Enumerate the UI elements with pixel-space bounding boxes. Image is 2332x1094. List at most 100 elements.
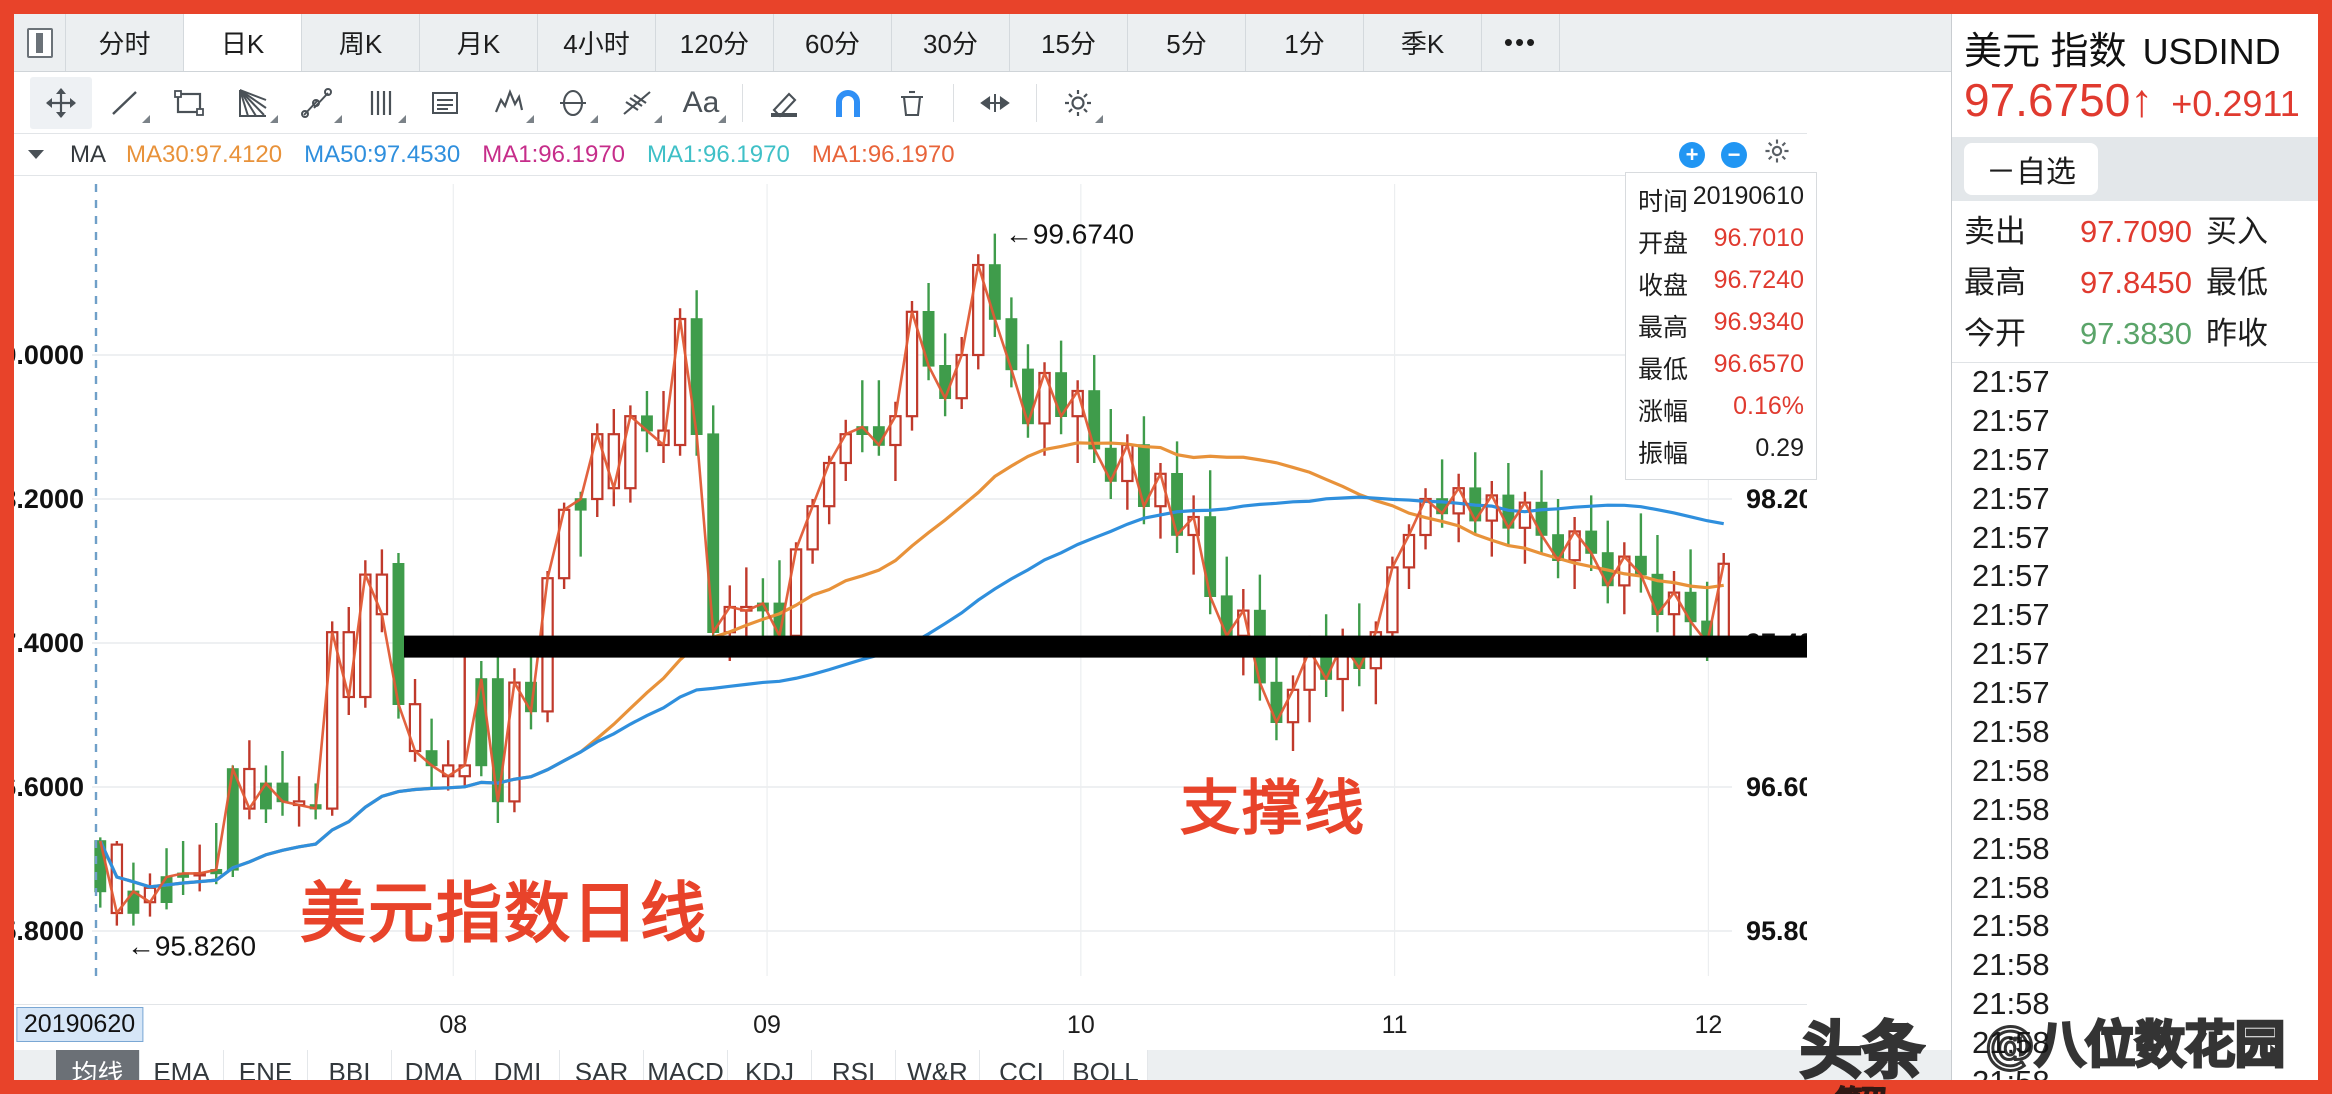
fan-icon[interactable] (222, 77, 284, 129)
quote-stat-label2: 最低 (2206, 265, 2268, 300)
ma-legend-bar: MA MA30:97.4120 MA50:97.4530 MA1:96.1970 MA… (14, 134, 1807, 176)
quote-price-row: 97.6750↑ +0.2911 +0 (1964, 73, 2318, 127)
drawing-toolbar: Aa (14, 72, 1807, 134)
tick-time-list[interactable]: 21:57 21:57 21:57 21:57 21:57 21:57 21:57 21:57… (1952, 362, 2318, 1080)
eraser-icon[interactable] (753, 77, 815, 129)
tick-row-15: 21:58 (1972, 947, 2050, 983)
indicator-tab-rsi[interactable]: RSI (812, 1050, 896, 1080)
indicator-settings-icon[interactable] (1763, 137, 1791, 172)
ohlc-value: 20190610 (1692, 182, 1804, 210)
quote-panel: 美元 指数 USDIND 97.6750↑ +0.2911 +0 －自选 卖出 9… (1951, 14, 2318, 1080)
indicator-tab-bbi[interactable]: BBI (308, 1050, 392, 1080)
period-tab-10[interactable]: 1分 (1246, 14, 1364, 71)
period-tab-3[interactable]: 月K (420, 14, 538, 71)
indicator-tab-wr[interactable]: W&R (896, 1050, 980, 1080)
quote-name: 美元 指数 (1964, 31, 2127, 73)
y-axis-label-left: 95.8000 (14, 916, 84, 946)
period-tab-7[interactable]: 30分 (892, 14, 1010, 71)
tick-row-13: 21:58 (1972, 869, 2050, 905)
period-tab-2[interactable]: 周K (302, 14, 420, 71)
period-tab-4[interactable]: 4小时 (538, 14, 656, 71)
ohlc-key: 收盘 (1638, 272, 1689, 300)
favorite-row: －自选 (1952, 137, 2318, 201)
ellipse-icon[interactable] (542, 77, 604, 129)
magnet-icon[interactable] (817, 77, 879, 129)
ohlc-key: 涨幅 (1638, 398, 1689, 426)
pitchfork-icon[interactable] (286, 77, 348, 129)
indicator-tab-boll[interactable]: BOLL (1064, 1050, 1148, 1080)
y-axis-label-right: 96.6000 (1746, 772, 1807, 802)
quote-stat-label: 卖出 (1964, 214, 2026, 249)
ohlc-key: 最高 (1638, 314, 1689, 342)
indicator-tab-sar[interactable]: SAR (560, 1050, 644, 1080)
add-indicator-icon[interactable]: + (1679, 141, 1705, 168)
ma-legend-items: MA30:97.4120 MA50:97.4530 MA1:96.1970 MA1:9… (126, 141, 955, 169)
period-tab-1[interactable]: 日K (184, 14, 302, 71)
period-tab-list: 分时 日K 周K 月K 4小时 120分 60分 30分 15分 5分 1分 季K ••• (66, 14, 2044, 71)
indicator-tab-ema[interactable]: EMA (140, 1050, 224, 1080)
ma-legend-item-3: MA1:96.1970 (647, 140, 790, 168)
ohlc-row-6: 振幅 0.29 (1626, 431, 1816, 473)
indicator-tab-ene[interactable]: ENE (224, 1050, 308, 1080)
panel-layout-icon[interactable] (14, 14, 66, 71)
quote-stat-row-0: 卖出 97.7090 买入 (1964, 203, 2306, 254)
chevron-down-icon[interactable] (28, 150, 44, 159)
period-tab-5[interactable]: 120分 (656, 14, 774, 71)
y-axis-label-right: 95.8000 (1746, 916, 1807, 946)
quote-change: +0.2911 (2171, 83, 2300, 124)
candlestick-chart[interactable]: 99.000099.000098.200098.200097.400097.40… (14, 176, 1807, 1004)
remove-indicator-icon[interactable]: − (1721, 141, 1747, 168)
period-tab-6[interactable]: 60分 (774, 14, 892, 71)
quote-stat-value: 97.7090 (2079, 214, 2192, 249)
cut-lines-icon[interactable] (606, 77, 668, 129)
indicator-tab-kdj[interactable]: KDJ (728, 1050, 812, 1080)
crosshair-move-icon[interactable] (30, 76, 92, 129)
ohlc-value: 0.29 (1755, 434, 1804, 462)
indicator-tab-macd[interactable]: MACD (644, 1050, 728, 1080)
remove-favorite-button[interactable]: －自选 (1964, 143, 2098, 195)
parallel-channel-icon[interactable] (350, 77, 412, 129)
period-tab-11[interactable]: 季K (1364, 14, 1482, 71)
ohlc-key: 时间 (1638, 188, 1689, 216)
horizontal-resize-icon[interactable] (964, 77, 1026, 129)
tick-row-7: 21:57 (1972, 636, 2050, 672)
support-line-extension (1807, 641, 1951, 663)
quote-stat-label2: 昨收 (2206, 316, 2268, 351)
text-note-icon[interactable] (414, 77, 476, 129)
indicator-tab-dmi[interactable]: DMI (476, 1050, 560, 1080)
font-Aa-icon[interactable]: Aa (670, 77, 732, 129)
ohlc-row-1: 开盘 96.7010 (1626, 221, 1816, 263)
period-tab-12[interactable]: ••• (1482, 14, 1560, 71)
y-axis-label-right: 98.2000 (1746, 484, 1807, 514)
x-axis-label-1: 08 (439, 1011, 468, 1039)
tick-row-8: 21:57 (1972, 675, 2050, 711)
ma-legend-item-1: MA50:97.4530 (304, 140, 461, 168)
ma-legend-item-0: MA30:97.4120 (126, 140, 283, 168)
settings-gear-icon[interactable] (1047, 77, 1109, 129)
indicator-tab-cci[interactable]: CCI (980, 1050, 1064, 1080)
quote-stats-grid: 卖出 97.7090 买入 最高 97.8450 最低 今开 97.3830 昨收 (1952, 201, 2318, 362)
indicator-tab-dma[interactable]: DMA (392, 1050, 476, 1080)
annotation-daily-label: 美元指数日线 (300, 875, 708, 952)
quote-stat-value: 97.8450 (2079, 265, 2192, 300)
tick-row-4: 21:57 (1972, 519, 2050, 555)
trendline-icon[interactable] (94, 77, 156, 129)
ohlc-value: 96.6570 (1713, 350, 1804, 378)
period-tab-8[interactable]: 15分 (1010, 14, 1128, 71)
wave-icon[interactable] (478, 77, 540, 129)
x-axis-label-2: 09 (753, 1011, 781, 1039)
period-tab-0[interactable]: 分时 (66, 14, 184, 71)
tick-row-18: 21:58 (1972, 1063, 2318, 1080)
indicator-tab-[interactable]: 均线 (56, 1050, 140, 1080)
quote-name-row: 美元 指数 USDIND (1964, 20, 2306, 75)
tick-row-9: 21:58 (1972, 714, 2050, 750)
rectangle-icon[interactable] (158, 77, 220, 129)
ma-legend-item-2: MA1:96.1970 (482, 140, 626, 168)
x-axis-label-3: 10 (1066, 1011, 1095, 1039)
tick-row-17: 21:58 (1972, 1025, 2050, 1061)
period-tab-9[interactable]: 5分 (1128, 14, 1246, 71)
trash-icon[interactable] (881, 77, 943, 129)
tick-row-5: 21:57 (1972, 558, 2050, 594)
ohlc-value: 96.7240 (1713, 266, 1804, 294)
tick-row-16: 21:58 (1972, 986, 2050, 1022)
